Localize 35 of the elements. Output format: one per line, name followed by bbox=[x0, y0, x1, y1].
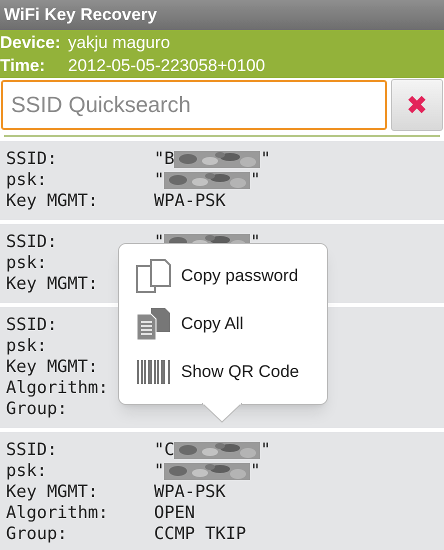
field-label: psk: bbox=[6, 461, 48, 482]
field-value: WPA-PSK bbox=[154, 482, 226, 503]
field-value: "C bbox=[154, 440, 174, 461]
field-value: OPEN bbox=[154, 503, 195, 524]
info-value: yakju maguro bbox=[68, 32, 170, 54]
field-label: Key MGMT: bbox=[6, 357, 100, 378]
field-label: Key MGMT: bbox=[6, 482, 100, 503]
window-title: WiFi Key Recovery bbox=[4, 4, 157, 26]
field-value: " bbox=[154, 461, 164, 482]
field-label: SSID: bbox=[6, 440, 58, 461]
field-label: Group: bbox=[6, 524, 68, 545]
field-label: Group: bbox=[6, 399, 68, 420]
field-value: " bbox=[250, 461, 260, 482]
field-value: " bbox=[260, 149, 271, 170]
field-label: psk: bbox=[6, 253, 48, 274]
field-value: " bbox=[250, 232, 260, 253]
field-label: SSID: bbox=[6, 232, 58, 253]
info-label: Device: bbox=[0, 32, 62, 54]
field-value: CCMP TKIP bbox=[154, 524, 246, 545]
field-value: " bbox=[154, 170, 164, 191]
field-value: " bbox=[260, 440, 271, 461]
field-value: " bbox=[250, 170, 260, 191]
field-label: SSID: bbox=[6, 315, 58, 336]
field-value: WPA-PSK bbox=[154, 191, 226, 212]
field-label: psk: bbox=[6, 336, 48, 357]
info-label: Time: bbox=[0, 55, 46, 77]
field-label: SSID: bbox=[6, 149, 58, 170]
field-value: " bbox=[154, 232, 164, 253]
field-label: Algorithm: bbox=[6, 378, 110, 399]
field-label: Key MGMT: bbox=[6, 191, 100, 212]
field-label: psk: bbox=[6, 170, 48, 191]
info-value: 2012-05-05-223058+0100 bbox=[68, 55, 266, 77]
field-label: Algorithm: bbox=[6, 503, 110, 524]
field-label: Key MGMT: bbox=[6, 274, 100, 295]
field-value: "B bbox=[154, 149, 174, 170]
